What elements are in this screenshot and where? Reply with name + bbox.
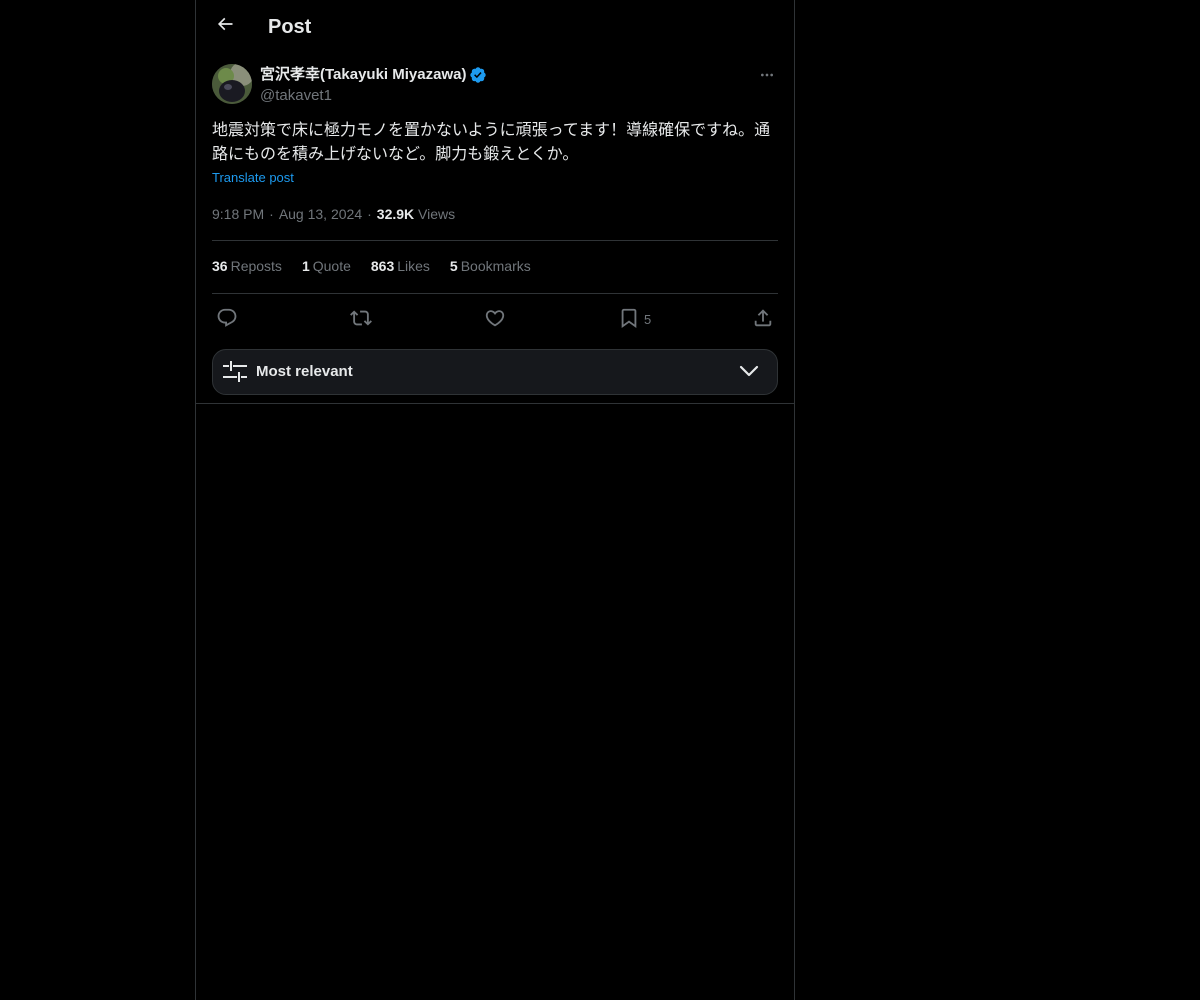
views-count: 32.9K bbox=[376, 206, 415, 222]
more-options-button[interactable] bbox=[756, 66, 778, 88]
page-title: Post bbox=[268, 16, 312, 38]
meta-separator: · bbox=[367, 206, 372, 222]
avatar[interactable] bbox=[212, 64, 252, 104]
sliders-icon bbox=[223, 361, 247, 388]
post-meta: 9:18 PM · Aug 13, 2024 · 32.9K Views bbox=[212, 204, 455, 224]
bookmarks-label: Bookmarks bbox=[460, 258, 531, 274]
back-arrow-icon bbox=[215, 14, 235, 39]
heart-icon bbox=[484, 307, 506, 329]
author-handle[interactable]: @takavet1 bbox=[260, 86, 487, 106]
post-time[interactable]: 9:18 PM bbox=[212, 206, 264, 222]
views-label: Views bbox=[418, 206, 456, 222]
divider bbox=[212, 240, 778, 241]
author-display-name: 宮沢孝幸(Takayuki Miyazawa) bbox=[260, 66, 467, 83]
meta-separator: · bbox=[269, 206, 274, 222]
likes-stat[interactable]: 863 Likes bbox=[371, 256, 430, 276]
likes-count: 863 bbox=[370, 258, 395, 274]
more-dots-icon bbox=[759, 67, 775, 88]
engagement-stats: 36 Reposts 1 Quote 863 Likes 5 Bookmarks bbox=[212, 256, 531, 276]
repost-button[interactable] bbox=[350, 304, 372, 332]
section-divider bbox=[196, 403, 794, 404]
top-bar: Post bbox=[196, 0, 794, 53]
like-button[interactable] bbox=[484, 304, 506, 332]
post-date[interactable]: Aug 13, 2024 bbox=[279, 206, 362, 222]
bookmark-button[interactable]: 5 bbox=[618, 304, 651, 332]
divider bbox=[212, 293, 778, 294]
reposts-label: Reposts bbox=[230, 258, 282, 274]
author-name-link[interactable]: 宮沢孝幸(Takayuki Miyazawa) bbox=[260, 64, 487, 86]
share-button[interactable] bbox=[752, 304, 774, 332]
action-bar: 5 bbox=[212, 304, 778, 332]
chevron-down-icon bbox=[739, 364, 759, 383]
reposts-count: 36 bbox=[212, 258, 228, 274]
quotes-count: 1 bbox=[301, 258, 310, 274]
main-column: Post 宮沢孝幸(Takayuki Miyazawa) @takavet1 地… bbox=[195, 0, 795, 1000]
repost-icon bbox=[350, 307, 372, 329]
verified-badge-icon bbox=[469, 66, 487, 84]
quotes-stat[interactable]: 1 Quote bbox=[302, 256, 351, 276]
likes-label: Likes bbox=[397, 258, 430, 274]
post-text: 地震対策で床に極力モノを置かないように頑張ってます！導線確保ですね。通路にものを… bbox=[212, 122, 771, 163]
bookmark-icon bbox=[618, 307, 640, 329]
reply-button[interactable] bbox=[216, 304, 238, 332]
reply-icon bbox=[216, 307, 238, 329]
back-button[interactable] bbox=[208, 9, 242, 43]
sort-replies-dropdown[interactable]: Most relevant bbox=[212, 349, 778, 395]
sort-label: Most relevant bbox=[256, 363, 353, 380]
translate-post-link[interactable]: Translate post bbox=[212, 170, 294, 185]
share-icon bbox=[752, 307, 774, 329]
reposts-stat[interactable]: 36 Reposts bbox=[212, 256, 282, 276]
quotes-label: Quote bbox=[312, 258, 351, 274]
author-info: 宮沢孝幸(Takayuki Miyazawa) @takavet1 bbox=[260, 64, 487, 106]
bookmarks-stat[interactable]: 5 Bookmarks bbox=[450, 256, 531, 276]
bookmarks-count: 5 bbox=[449, 258, 458, 274]
bookmark-count: 5 bbox=[644, 311, 652, 327]
